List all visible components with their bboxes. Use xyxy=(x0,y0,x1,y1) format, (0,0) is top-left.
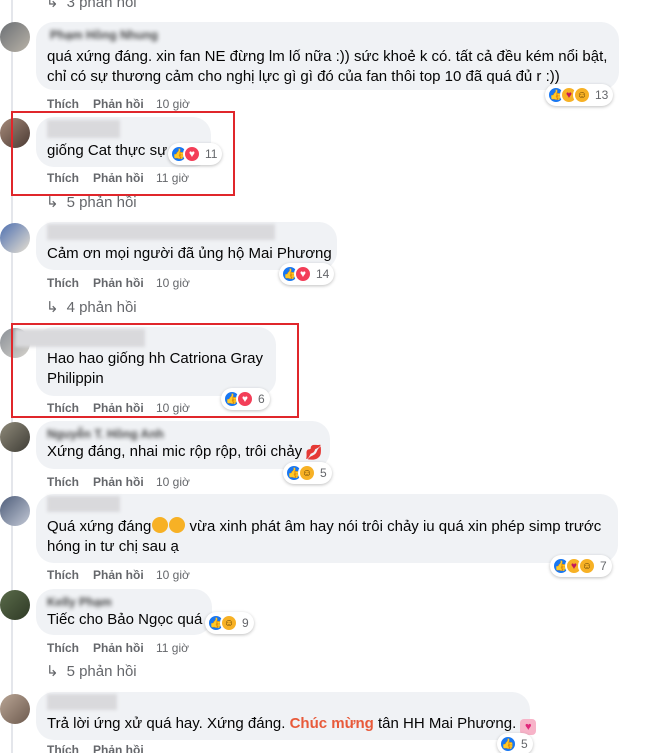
highlight-box xyxy=(11,323,299,418)
like-button[interactable]: Thích xyxy=(47,276,79,290)
like-button[interactable]: Thích xyxy=(47,475,79,489)
comment-text: Tiếc cho Bảo Ngọc quá xyxy=(47,611,203,628)
reply-button[interactable]: Phản hồi xyxy=(93,641,144,655)
reply-arrow-icon: ↳ xyxy=(46,194,59,211)
timestamp[interactable]: 10 giờ xyxy=(156,475,190,489)
haha-icon: ☺ xyxy=(298,464,316,482)
comment-actions: Thích Phản hồi 11 giờ xyxy=(47,641,247,655)
reaction-summary[interactable]: 👍 ♥ ☺ 13 xyxy=(545,84,614,106)
reply-button[interactable]: Phản hồi xyxy=(93,743,144,753)
reply-button[interactable]: Phản hồi xyxy=(93,475,144,489)
comment-text: Cảm ơn mọi người đã ủng hộ Mai Phương xyxy=(47,245,332,262)
avatar[interactable] xyxy=(0,422,30,452)
kiss-emoji-icon: 💋 xyxy=(305,444,323,460)
timestamp[interactable]: 11 giờ xyxy=(156,641,189,655)
reaction-summary[interactable]: 👍 ☺ 9 xyxy=(205,612,254,634)
comment-author[interactable]: Kelly Phạm xyxy=(47,595,112,609)
pleading-face-icon xyxy=(152,517,169,533)
comment-actions: Thích Phản hồi 10 giờ xyxy=(47,276,247,290)
comment-text: Quá xứng đáng vừa xinh phát âm hay nói t… xyxy=(47,517,602,535)
reaction-summary[interactable]: 👍 5 xyxy=(497,733,533,753)
avatar[interactable] xyxy=(0,223,30,253)
timestamp[interactable]: 10 giờ xyxy=(156,276,190,290)
reaction-summary[interactable]: 👍 ♥ 14 xyxy=(279,263,335,285)
avatar[interactable] xyxy=(0,22,30,52)
avatar[interactable] xyxy=(0,590,30,620)
love-icon: ♥ xyxy=(294,265,312,283)
view-replies-link[interactable]: ↳ 4 phản hồi xyxy=(46,298,137,316)
comment-actions: Thích Phản hồi 10 giờ xyxy=(47,568,247,582)
author-redacted xyxy=(47,224,275,240)
reaction-summary[interactable]: 👍 ♥ ☺ 7 xyxy=(550,555,612,577)
author-redacted xyxy=(47,496,120,512)
reply-arrow-icon: ↳ xyxy=(46,299,59,316)
comment-actions: Thích Phản hồi 10 giờ xyxy=(47,475,247,489)
timestamp[interactable]: 10 giờ xyxy=(156,568,190,582)
comment-text: chỉ có sự thương cảm cho nghị lực gì gì … xyxy=(47,68,560,85)
haha-icon: ☺ xyxy=(573,86,591,104)
comment-text: hóng in tư chị sau ạ xyxy=(47,538,179,555)
reply-arrow-icon: ↳ xyxy=(46,0,59,11)
like-button[interactable]: Thích xyxy=(47,641,79,655)
highlight-box xyxy=(11,111,235,196)
avatar[interactable] xyxy=(0,694,30,724)
comment-author[interactable]: Phạm Hồng Nhung xyxy=(50,28,158,42)
like-button[interactable]: Thích xyxy=(47,97,79,111)
like-button[interactable]: Thích xyxy=(47,743,79,753)
reply-arrow-icon: ↳ xyxy=(46,663,59,680)
view-replies-link[interactable]: ↳ 5 phản hồi xyxy=(46,662,137,680)
like-button[interactable]: Thích xyxy=(47,568,79,582)
comment-text: Xứng đáng, nhai mic rộp rộp, trôi chảy 💋 xyxy=(47,443,323,460)
reply-button[interactable]: Phản hồi xyxy=(93,276,144,290)
like-icon: 👍 xyxy=(499,735,517,753)
comment-text: Trả lời ứng xử quá hay. Xứng đáng. Chúc … xyxy=(47,715,537,735)
reply-button[interactable]: Phản hồi xyxy=(93,568,144,582)
reaction-summary[interactable]: 👍 ☺ 5 xyxy=(283,462,332,484)
comment-actions: Thích Phản hồi 10 giờ xyxy=(47,97,247,111)
comment-text: quá xứng đáng. xin fan NE đừng lm lố nữa… xyxy=(47,48,608,65)
comment-author[interactable]: Nguyễn T. Hồng Anh xyxy=(47,427,164,441)
reply-button[interactable]: Phản hồi xyxy=(93,97,144,111)
comment-actions: Thích Phản hồi xyxy=(47,743,247,753)
author-redacted xyxy=(47,694,117,710)
view-replies-link[interactable]: ↳ 3 phản hồi xyxy=(46,0,137,11)
haha-icon: ☺ xyxy=(220,614,238,632)
view-replies-link[interactable]: ↳ 5 phản hồi xyxy=(46,193,137,211)
pleading-face-icon xyxy=(169,517,186,533)
haha-icon: ☺ xyxy=(578,557,596,575)
avatar[interactable] xyxy=(0,496,30,526)
timestamp[interactable]: 10 giờ xyxy=(156,97,190,111)
